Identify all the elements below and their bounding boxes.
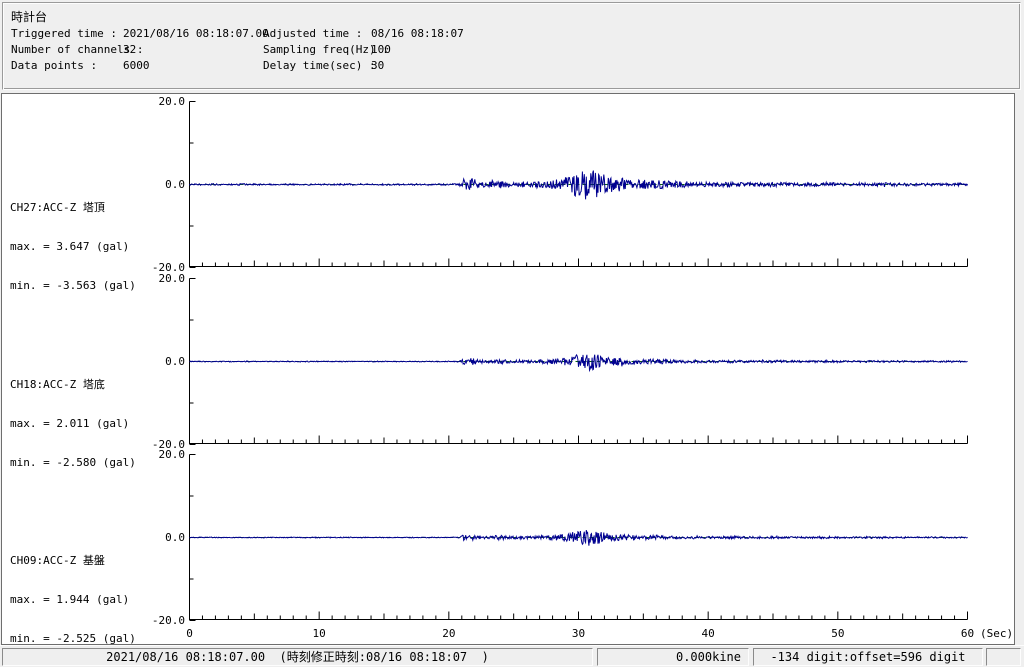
x-axis-label: 10 <box>312 627 326 640</box>
data-points-value: 6000 <box>123 59 150 72</box>
y-axis-label: 0.0 <box>165 530 185 544</box>
channel-name: CH27:ACC-Z 塔頂 <box>10 201 105 214</box>
x-axis-label: 0 <box>186 627 193 640</box>
x-axis-unit-label: (Sec) <box>980 627 1014 640</box>
channel-name: CH09:ACC-Z 基盤 <box>10 554 105 567</box>
delay-time-value: 30 <box>371 59 385 72</box>
adjusted-time-label: Adjusted time : <box>263 27 363 40</box>
panel-title: 時計台 <box>11 10 48 24</box>
adjusted-time-value: 08/16 08:18:07 <box>371 27 464 40</box>
channel-info-ch18: CH18:ACC-Z 塔底 max. = 2.011 (gal) min. = … <box>10 352 136 495</box>
waveform-plot <box>189 101 968 621</box>
y-axis-label: 0.0 <box>165 354 185 368</box>
x-axis-label: 50 <box>831 627 845 640</box>
app-window: 時計台 Triggered time : 2021/08/16 08:18:07… <box>0 0 1024 667</box>
delay-time-label: Delay time(sec) : <box>263 59 376 72</box>
sampling-freq-value: 100 <box>371 43 391 56</box>
status-extra <box>986 648 1021 666</box>
status-kine: 0.000kine <box>597 648 749 666</box>
x-axis-label: 40 <box>701 627 715 640</box>
channel-min: min. = -3.563 (gal) <box>10 279 136 292</box>
channel-max: max. = 3.647 (gal) <box>10 240 130 253</box>
y-axis-label: -20.0 <box>151 613 185 627</box>
channel-count-value: 32 <box>123 43 137 56</box>
y-axis-label: 20.0 <box>158 94 186 108</box>
channel-name: CH18:ACC-Z 塔底 <box>10 378 105 391</box>
chart-panel: CH27:ACC-Z 塔頂 max. = 3.647 (gal) min. = … <box>1 93 1015 645</box>
status-digit: -134 digit:offset=596 digit <box>753 648 983 666</box>
y-axis-label: 20.0 <box>158 271 186 285</box>
triggered-time-value: 2021/08/16 08:18:07.00 <box>123 27 269 40</box>
x-axis-label: 20 <box>442 627 456 640</box>
y-axis-label: 20.0 <box>158 447 186 461</box>
channel-min: min. = -2.525 (gal) <box>10 632 136 645</box>
data-points-label: Data points : <box>11 59 98 72</box>
y-axis-label: 0.0 <box>165 177 185 191</box>
channel-max: max. = 1.944 (gal) <box>10 593 130 606</box>
status-time: 2021/08/16 08:18:07.00 (時刻修正時刻:08/16 08:… <box>2 648 593 666</box>
header-panel: 時計台 Triggered time : 2021/08/16 08:18:07… <box>2 2 1021 90</box>
status-bar: 2021/08/16 08:18:07.00 (時刻修正時刻:08/16 08:… <box>0 645 1024 667</box>
channel-min: min. = -2.580 (gal) <box>10 456 136 469</box>
sampling-freq-label: Sampling freq(Hz) : <box>263 43 389 56</box>
channel-info-ch27: CH27:ACC-Z 塔頂 max. = 3.647 (gal) min. = … <box>10 175 136 318</box>
triggered-time-label: Triggered time : <box>11 27 117 40</box>
channel-max: max. = 2.011 (gal) <box>10 417 130 430</box>
x-axis-label: 30 <box>571 627 586 640</box>
